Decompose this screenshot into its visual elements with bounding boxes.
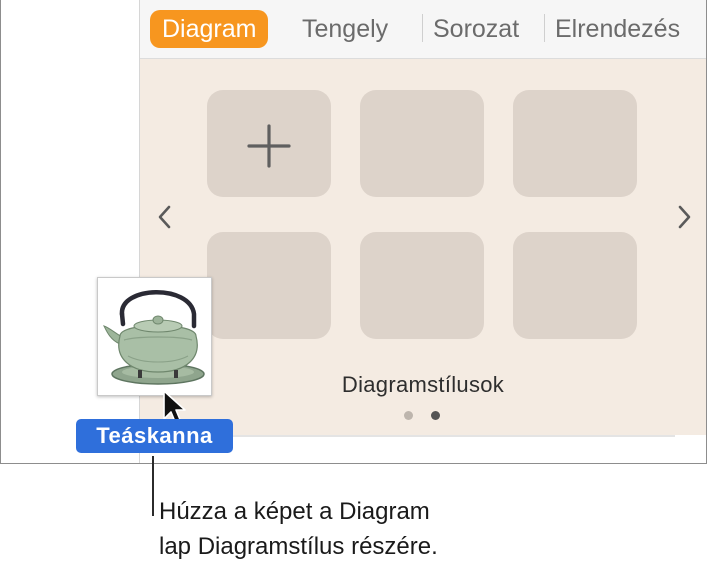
chart-style-slot[interactable] bbox=[360, 90, 484, 197]
dragged-file-name-badge: Teáskanna bbox=[76, 419, 233, 453]
chart-style-slot[interactable] bbox=[513, 90, 637, 197]
add-style-tile[interactable] bbox=[207, 90, 331, 197]
chart-style-slot[interactable] bbox=[360, 232, 484, 339]
tab-tengely[interactable]: Tengely bbox=[302, 10, 388, 48]
tab-separator bbox=[422, 14, 423, 42]
chart-styles-label: Diagramstílusok bbox=[341, 372, 505, 397]
callout-line-1: Húzza a képet a Diagram bbox=[159, 498, 430, 525]
dragged-image-thumbnail[interactable] bbox=[97, 277, 212, 396]
tab-diagram[interactable]: Diagram bbox=[150, 10, 269, 48]
chart-style-slot[interactable] bbox=[207, 232, 331, 339]
page-indicator-dot[interactable] bbox=[404, 411, 413, 420]
callout-line bbox=[152, 456, 154, 516]
chevron-right-icon[interactable] bbox=[674, 202, 694, 232]
format-inspector: Diagram Tengely Sorozat Elrendezés Diagr… bbox=[140, 0, 706, 463]
page-indicator-dot-active[interactable] bbox=[431, 411, 440, 420]
tab-elrendezes[interactable]: Elrendezés bbox=[555, 10, 680, 48]
tab-sorozat[interactable]: Sorozat bbox=[433, 10, 519, 48]
plus-icon bbox=[247, 124, 291, 168]
chart-style-slot[interactable] bbox=[513, 232, 637, 339]
chevron-left-icon[interactable] bbox=[155, 202, 175, 232]
callout-text: Húzza a képet a Diagram lap Diagramstílu… bbox=[159, 494, 559, 564]
teapot-image bbox=[103, 290, 205, 385]
chart-styles-panel: Diagramstílusok bbox=[140, 59, 706, 435]
tab-bar: Diagram Tengely Sorozat Elrendezés bbox=[140, 0, 706, 59]
tab-separator bbox=[544, 14, 545, 42]
callout-line-2: lap Diagramstílus részére. bbox=[159, 533, 438, 560]
